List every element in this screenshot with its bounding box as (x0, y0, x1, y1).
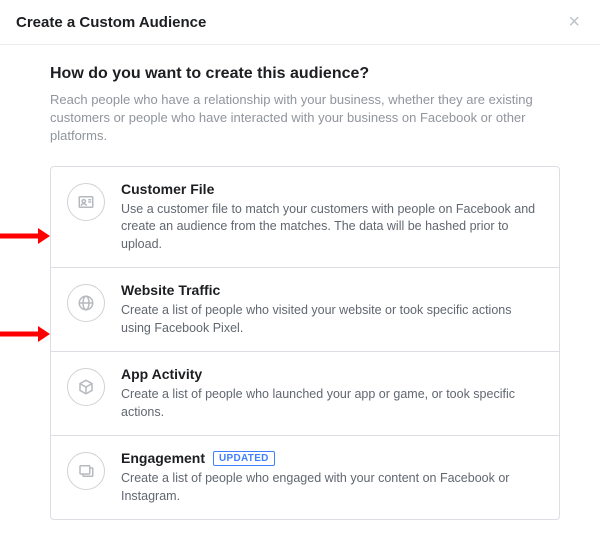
modal-header: Create a Custom Audience × (0, 0, 600, 45)
stacked-cards-icon (67, 452, 105, 490)
cube-icon (67, 368, 105, 406)
question-heading: How do you want to create this audience? (50, 65, 560, 83)
option-title: Engagement (121, 450, 205, 466)
option-desc: Use a customer file to match your custom… (121, 201, 543, 254)
option-content: App Activity Create a list of people who… (121, 366, 543, 421)
close-button[interactable]: × (564, 12, 584, 32)
option-content: Engagement UPDATED Create a list of peop… (121, 450, 543, 505)
annotation-arrow (0, 227, 50, 245)
modal-title: Create a Custom Audience (16, 14, 206, 31)
option-title: Website Traffic (121, 282, 220, 298)
contact-card-icon (67, 183, 105, 221)
option-title: Customer File (121, 181, 214, 197)
option-website-traffic[interactable]: Website Traffic Create a list of people … (51, 268, 559, 352)
option-app-activity[interactable]: App Activity Create a list of people who… (51, 352, 559, 436)
option-desc: Create a list of people who engaged with… (121, 470, 543, 505)
option-customer-file[interactable]: Customer File Use a customer file to mat… (51, 167, 559, 269)
question-subtext: Reach people who have a relationship wit… (50, 91, 560, 146)
option-title: App Activity (121, 366, 202, 382)
option-content: Website Traffic Create a list of people … (121, 282, 543, 337)
option-desc: Create a list of people who launched you… (121, 386, 543, 421)
modal-body: How do you want to create this audience?… (0, 45, 600, 540)
option-content: Customer File Use a customer file to mat… (121, 181, 543, 254)
option-desc: Create a list of people who visited your… (121, 302, 543, 337)
option-list: Customer File Use a customer file to mat… (50, 166, 560, 521)
close-icon: × (568, 11, 580, 33)
annotation-arrow (0, 325, 50, 343)
updated-badge: UPDATED (213, 451, 275, 466)
globe-icon (67, 284, 105, 322)
option-engagement[interactable]: Engagement UPDATED Create a list of peop… (51, 436, 559, 519)
